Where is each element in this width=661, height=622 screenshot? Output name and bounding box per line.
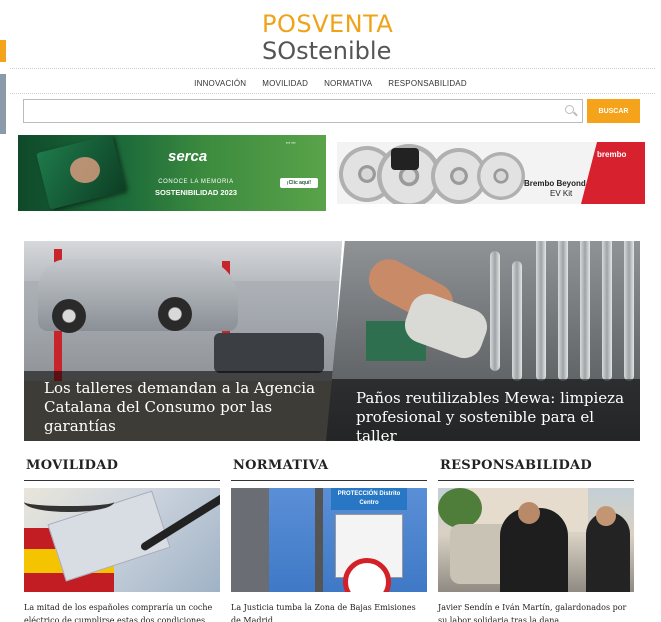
serca-logo: serca	[168, 148, 208, 165]
article-title-movilidad[interactable]: La mitad de los españoles compraría un c…	[24, 601, 220, 622]
logo-line-2: SOstenible	[262, 37, 392, 65]
main-nav: INNOVACIÓN MOVILIDAD NORMATIVA RESPONSAB…	[0, 79, 661, 88]
section-underline	[438, 480, 634, 481]
page: POSVENTA SOstenible INNOVACIÓN MOVILIDAD…	[0, 0, 661, 622]
brembo-banner-ad[interactable]: brembo Brembo Beyond EV Kit	[337, 142, 645, 204]
search-icon[interactable]	[565, 105, 574, 114]
header-divider	[10, 68, 655, 69]
hands-image	[70, 157, 100, 183]
hero-title-1[interactable]: Los talleres demandan a la Agencia Catal…	[24, 371, 342, 441]
brembo-logo: brembo	[597, 150, 627, 159]
section-heading-responsabilidad[interactable]: RESPONSABILIDAD	[440, 458, 592, 473]
article-title-normativa[interactable]: La Justicia tumba la Zona de Bajas Emisi…	[231, 601, 427, 622]
serca-banner-ad[interactable]: ▪▪▪ ▪▪▪ serca CONOCE LA MEMORIA SOSTENIB…	[18, 135, 326, 211]
search-input[interactable]	[23, 99, 583, 123]
logo-line-1: POSVENTA	[262, 10, 394, 38]
serca-line-1: CONOCE LA MEMORIA	[158, 179, 234, 185]
section-underline	[231, 480, 427, 481]
hero-title-2[interactable]: Paños reutilizables Mewa: limpieza profe…	[326, 379, 640, 441]
article-card-normativa[interactable]: PROTECCIÓN Distrito Centro	[231, 488, 427, 592]
article-title-responsabilidad[interactable]: Javier Sendín e Iván Martín, galardonado…	[438, 601, 634, 622]
section-underline	[24, 480, 220, 481]
hero-article-1[interactable]: Los talleres demandan a la Agencia Catal…	[24, 241, 342, 441]
nav-divider	[10, 93, 655, 94]
nav-item-movilidad[interactable]: MOVILIDAD	[262, 79, 308, 88]
distrito-centro-sign: PROTECCIÓN Distrito Centro	[331, 488, 407, 510]
serca-cta-button[interactable]: ¡Clic aquí!	[280, 178, 318, 188]
partner-logos: ▪▪▪ ▪▪▪	[286, 140, 296, 145]
hero-article-2[interactable]: Paños reutilizables Mewa: limpieza profe…	[326, 241, 640, 441]
article-card-movilidad[interactable]	[24, 488, 220, 592]
brake-disc-image	[477, 152, 525, 200]
article-card-responsabilidad[interactable]	[438, 488, 634, 592]
search-button[interactable]: BUSCAR	[587, 99, 640, 123]
serca-line-2: SOSTENIBILIDAD 2023	[154, 188, 238, 197]
nav-item-normativa[interactable]: NORMATIVA	[324, 79, 372, 88]
brembo-headline: Brembo Beyond	[524, 179, 586, 188]
brembo-subline: EV Kit	[550, 189, 573, 198]
nav-item-responsabilidad[interactable]: RESPONSABILIDAD	[388, 79, 467, 88]
left-edge-strip	[0, 0, 8, 622]
brake-caliper-image	[391, 148, 419, 170]
section-heading-movilidad[interactable]: MOVILIDAD	[26, 458, 118, 473]
nav-item-innovacion[interactable]: INNOVACIÓN	[194, 79, 246, 88]
site-logo[interactable]: POSVENTA SOstenible	[262, 10, 402, 66]
section-heading-normativa[interactable]: NORMATIVA	[233, 458, 328, 473]
